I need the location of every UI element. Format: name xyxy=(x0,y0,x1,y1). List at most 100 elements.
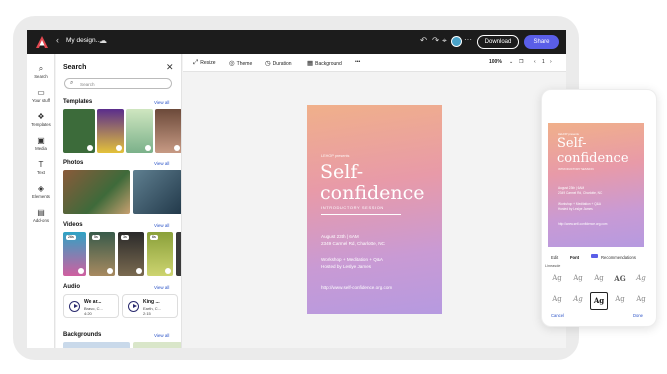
template-thumbnail[interactable] xyxy=(126,109,153,153)
section-title-photos: Photos xyxy=(63,160,84,166)
video-thumbnail[interactable]: 5s xyxy=(89,232,115,276)
pages-icon[interactable]: ❐ xyxy=(519,59,523,65)
download-button[interactable]: Download xyxy=(477,35,519,49)
rail-item-templates[interactable]: ❖ Templates xyxy=(27,112,55,128)
search-icon: ⌕ xyxy=(70,80,74,86)
background-icon: ▦ xyxy=(307,60,314,67)
rail-item-addons[interactable]: ▤ Add-ons xyxy=(27,208,55,224)
font-sample[interactable]: AG xyxy=(612,274,628,283)
canvas-toolbar: ⤢ Resize ◎ Theme ◷ Duration ▦ Background •••… xyxy=(183,54,566,72)
template-thumbnail[interactable] xyxy=(63,109,95,153)
play-icon[interactable] xyxy=(69,301,80,312)
video-thumbnail[interactable]: 3s xyxy=(118,232,144,276)
poster-kicker: LEHOP presents xyxy=(321,154,350,158)
play-icon xyxy=(145,145,151,151)
phone-done-button[interactable]: Done xyxy=(633,313,643,318)
redo-icon[interactable]: ↷ xyxy=(432,35,439,46)
theme-icon: ◎ xyxy=(229,60,235,67)
audio-card[interactable]: King ... Earth, C... 2:15 xyxy=(122,294,178,318)
poster-divider xyxy=(321,214,401,215)
resize-button[interactable]: ⤢ Resize xyxy=(193,59,216,67)
photos-view-all-link[interactable]: View all xyxy=(154,161,169,166)
font-sample[interactable]: Ag xyxy=(549,295,565,303)
share-button[interactable]: Share xyxy=(524,35,559,49)
video-thumbnail[interactable] xyxy=(176,232,181,276)
phone-tab-recommendations[interactable]: Recommendations xyxy=(601,255,636,260)
video-thumbnail[interactable]: 26s xyxy=(63,232,86,276)
photo-thumbnail[interactable] xyxy=(63,170,130,214)
templates-icon: ❖ xyxy=(37,112,45,121)
poster-line3: Workshop + Meditation + Q&A xyxy=(321,257,383,262)
rail-item-elements[interactable]: ◈ Elements xyxy=(27,184,55,200)
font-sample[interactable]: Ag xyxy=(633,274,649,282)
location-icon[interactable]: ⌖ xyxy=(442,35,447,46)
play-icon xyxy=(107,268,113,274)
poster-canvas[interactable]: LEHOP presents Self- confidence INTRODUC… xyxy=(307,105,442,314)
audio-card[interactable]: We ar... Bravo, C... 4:20 xyxy=(63,294,119,318)
poster-date: August 23th | 6AM xyxy=(321,234,359,239)
theme-button[interactable]: ◎ Theme xyxy=(229,59,252,67)
poster-title-line2: confidence xyxy=(320,182,425,204)
avatar[interactable] xyxy=(451,36,462,47)
back-chevron-icon[interactable]: ‹ xyxy=(56,35,59,45)
poster-title-line1: Self- xyxy=(320,161,364,183)
template-thumbnail[interactable] xyxy=(97,109,124,153)
phone-section-label: Lineasde xyxy=(545,264,561,268)
search-placeholder: Search xyxy=(80,81,95,87)
search-panel: Search ✕ ⌕ Search Templates View all Pho… xyxy=(56,54,182,348)
duration-button[interactable]: ◷ Duration xyxy=(265,59,292,67)
font-sample[interactable]: Ag xyxy=(570,295,586,303)
phone-cancel-button[interactable]: Cancel xyxy=(551,313,564,318)
addons-icon: ▤ xyxy=(37,208,45,217)
prev-page-icon[interactable]: ‹ xyxy=(534,59,536,65)
font-sample[interactable]: Ag xyxy=(570,274,586,282)
more-options-icon[interactable]: ··· xyxy=(464,35,472,44)
stage: ‹ My design... ☁ ↶ ↷ ⌖ ··· Download Shar… xyxy=(0,0,667,374)
play-icon xyxy=(136,268,142,274)
search-input[interactable]: ⌕ Search xyxy=(64,78,172,89)
search-icon: ⌕ xyxy=(38,64,44,73)
brand-logo-icon[interactable] xyxy=(36,36,48,48)
poster-url: http://www.self-confidence.org.com xyxy=(321,285,393,290)
rail-item-text[interactable]: T Text xyxy=(27,160,55,176)
backgrounds-view-all-link[interactable]: View all xyxy=(154,333,169,338)
template-thumbnail[interactable] xyxy=(155,109,181,153)
play-icon xyxy=(174,145,180,151)
font-sample[interactable]: Ag xyxy=(633,295,649,303)
templates-view-all-link[interactable]: View all xyxy=(154,100,169,105)
zoom-select[interactable]: 100% xyxy=(489,59,502,65)
font-sample[interactable]: Ag xyxy=(591,274,607,282)
phone-tab-edit[interactable]: Edit xyxy=(551,255,558,260)
videos-view-all-link[interactable]: View all xyxy=(154,223,169,228)
video-thumbnail[interactable]: 6s xyxy=(147,232,173,276)
document-name[interactable]: My design... xyxy=(66,37,101,44)
font-sample-selected[interactable]: Ag xyxy=(590,292,608,310)
audio-view-all-link[interactable]: View all xyxy=(154,285,169,290)
section-title-backgrounds: Backgrounds xyxy=(63,332,102,338)
font-sample[interactable]: Ag xyxy=(549,274,565,282)
chevron-down-icon[interactable]: ⌄ xyxy=(509,59,513,65)
more-toolbar-button[interactable]: ••• xyxy=(355,59,360,65)
play-icon xyxy=(116,145,122,151)
play-icon xyxy=(165,268,171,274)
font-sample[interactable]: Ag xyxy=(612,295,628,303)
rail-item-your-stuff[interactable]: ▭ Your stuff xyxy=(27,88,55,104)
background-button[interactable]: ▦ Background xyxy=(307,59,342,67)
next-page-icon[interactable]: › xyxy=(550,59,552,65)
background-thumbnail[interactable] xyxy=(133,342,181,348)
play-icon xyxy=(87,145,93,151)
close-icon[interactable]: ✕ xyxy=(166,62,174,73)
photo-thumbnail[interactable] xyxy=(133,170,181,214)
phone-tab-font[interactable]: Font xyxy=(570,255,579,260)
section-title-templates: Templates xyxy=(63,99,93,105)
undo-icon[interactable]: ↶ xyxy=(420,35,427,46)
play-icon[interactable] xyxy=(128,301,139,312)
rail-item-media[interactable]: ▣ Media xyxy=(27,136,55,152)
phone-poster-preview: LEHOP presents Self- confidence INTRODUC… xyxy=(548,123,644,247)
folder-icon: ▭ xyxy=(37,88,45,97)
section-title-videos: Videos xyxy=(63,222,83,228)
background-thumbnail[interactable] xyxy=(63,342,130,348)
media-icon: ▣ xyxy=(37,136,45,145)
rail-item-search[interactable]: ⌕ Search xyxy=(27,64,55,80)
cloud-sync-icon[interactable]: ☁ xyxy=(99,36,107,45)
